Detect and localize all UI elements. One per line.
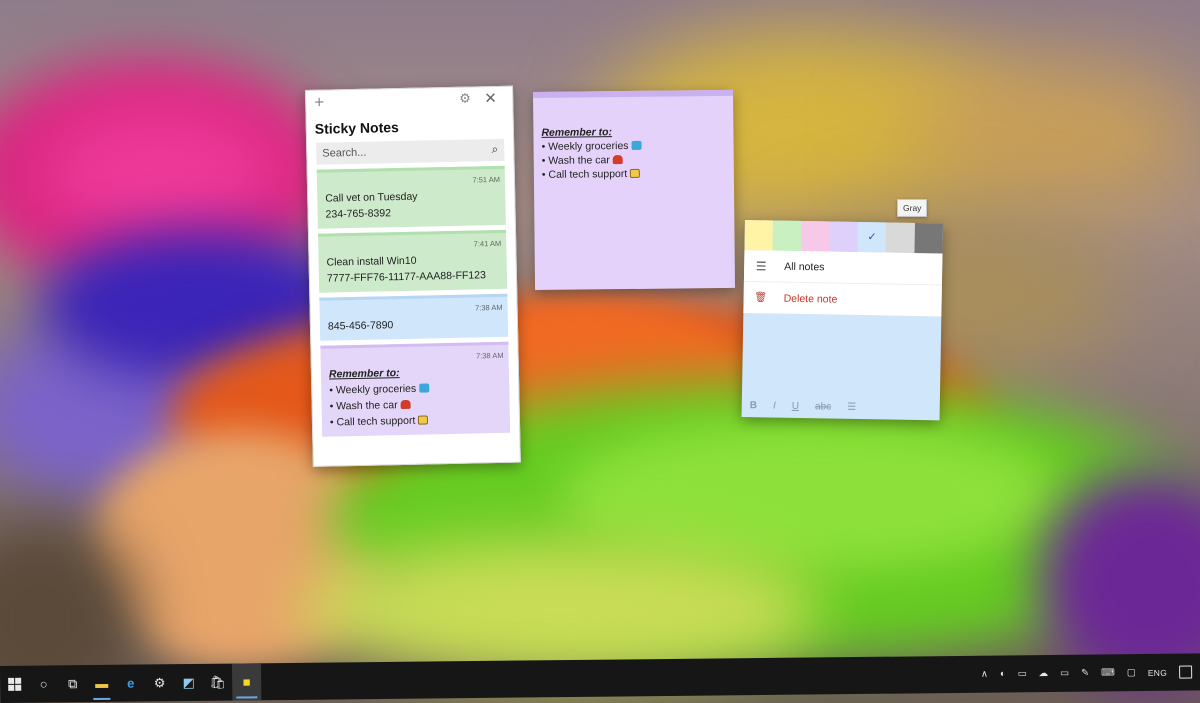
delete-note-menu-item[interactable]: 🗑 Delete note [743, 282, 942, 316]
note-bullet: Weekly groceries [542, 140, 629, 153]
purple-sticky-note[interactable]: Remember to: Weekly groceries Wash the c… [533, 89, 736, 290]
sticky-notes-taskbar-button[interactable]: ■ [231, 663, 262, 701]
swatch-purple[interactable] [829, 221, 859, 252]
keyboard-icon[interactable]: ⌨ [1101, 667, 1115, 678]
cortana-button[interactable]: ○ [29, 665, 58, 702]
language-indicator[interactable]: ENG [1148, 667, 1167, 677]
car-icon [400, 399, 411, 410]
blue-sticky-note[interactable]: ✓ ☰ All notes 🗑 Delete note B I U abc ☰ [741, 220, 943, 421]
swatch-green[interactable] [772, 220, 802, 251]
note-text: 234-765-8392 [325, 207, 392, 221]
note-bullet: Weekly groceries [329, 383, 416, 397]
car-icon [612, 155, 623, 165]
store-button[interactable]: 🛍 [203, 664, 232, 701]
italic-button[interactable]: I [773, 400, 776, 411]
note-card-phone[interactable]: 7:38 AM 845-456-7890 [319, 293, 509, 341]
add-note-icon[interactable]: + [314, 93, 324, 112]
swatch-yellow[interactable] [744, 220, 774, 251]
shopping-cart-icon [419, 383, 430, 393]
chevron-up-icon[interactable]: ∧ [981, 669, 988, 680]
note-timestamp: 7:41 AM [473, 238, 502, 249]
file-explorer-button[interactable]: ▬ [87, 665, 116, 702]
search-input[interactable] [316, 139, 479, 165]
menu-label: All notes [784, 260, 825, 273]
task-view-icon: ⧉ [67, 675, 78, 691]
note-bullet: Call tech support [542, 168, 628, 181]
menu-label: Delete note [783, 292, 838, 306]
checkmark-icon: ✓ [867, 231, 877, 244]
edge-button[interactable]: e [116, 664, 145, 701]
note-card-win10[interactable]: 7:41 AM Clean install Win10 7777-FFF76-1… [318, 229, 508, 293]
note-bullet: Call tech support [330, 415, 416, 429]
all-notes-menu-item[interactable]: ☰ All notes [743, 249, 943, 286]
folder-icon: ▬ [95, 675, 109, 692]
bold-button[interactable]: B [750, 400, 757, 411]
onedrive-icon[interactable]: ☁ [1039, 668, 1049, 679]
bullets-icon[interactable]: ☰ [847, 401, 856, 412]
store-icon: 🛍 [209, 674, 227, 690]
touchpad-icon[interactable]: ▢ [1127, 667, 1136, 678]
windows-logo-icon [8, 677, 22, 691]
photos-button[interactable]: ◩ [174, 664, 203, 701]
swatch-pink[interactable] [801, 220, 830, 252]
photos-icon: ◩ [182, 674, 195, 690]
trash-icon: 🗑 [754, 292, 768, 304]
note-list: 7:51 AM Call vet on Tuesday 234-765-8392… [316, 165, 511, 437]
note-bullet: Wash the car [542, 154, 610, 167]
search-icon[interactable]: ⌕ [491, 142, 498, 157]
note-text: 7777-FFF76-11177-AAA88-FF123 [326, 269, 486, 285]
app-title: Sticky Notes [314, 119, 400, 137]
underline-button[interactable]: U [792, 400, 799, 411]
computer-icon [418, 415, 429, 425]
battery-icon[interactable]: ▭ [1060, 668, 1069, 679]
swatch-gray[interactable] [885, 222, 915, 253]
search-box: ⌕ [316, 138, 505, 165]
strikethrough-button[interactable]: abc [815, 401, 831, 412]
color-swatches: ✓ [744, 220, 943, 254]
note-menu: ☰ All notes 🗑 Delete note [743, 249, 943, 317]
note-bullet: Wash the car [330, 399, 398, 412]
swatch-blue[interactable]: ✓ [857, 221, 887, 253]
notification-icon[interactable] [1179, 665, 1193, 679]
format-toolbar: B I U abc ☰ [742, 393, 940, 420]
note-timestamp: 7:38 AM [475, 350, 504, 361]
note-timestamp: 7:51 AM [472, 174, 501, 185]
list-icon: ☰ [755, 258, 767, 273]
settings-button[interactable]: ⚙ [145, 664, 174, 701]
computer-icon [630, 168, 641, 178]
tray-app-icon[interactable]: ◐ [1000, 668, 1006, 679]
note-text: 845-456-7890 [327, 319, 394, 333]
sticky-notes-list-window: + ⚙ ✕ Sticky Notes ⌕ 7:51 AM Call vet on… [305, 85, 521, 467]
note-timestamp: 7:38 AM [474, 302, 503, 313]
settings-icon: ⚙ [153, 674, 166, 690]
cortana-icon: ○ [39, 676, 48, 692]
sticky-notes-icon: ■ [242, 674, 251, 690]
task-view-button[interactable]: ⧉ [58, 665, 87, 702]
system-tray: ∧ ◐ ▭ ☁ ▭ ✎ ⌨ ▢ ENG [981, 654, 1193, 693]
monitor-icon[interactable]: ▭ [1018, 668, 1027, 679]
shopping-cart-icon [631, 140, 642, 150]
close-icon[interactable]: ✕ [484, 89, 497, 107]
swatch-charcoal[interactable] [914, 222, 943, 254]
pen-icon[interactable]: ✎ [1081, 668, 1089, 679]
start-button[interactable] [0, 666, 29, 703]
color-tooltip: Gray [897, 199, 928, 217]
gear-icon[interactable]: ⚙ [459, 91, 471, 107]
note-card-vet[interactable]: 7:51 AM Call vet on Tuesday 234-765-8392 [316, 165, 506, 229]
edge-icon: e [126, 675, 135, 691]
note-card-remember[interactable]: 7:38 AM Remember to: Weekly groceries Wa… [320, 341, 511, 437]
